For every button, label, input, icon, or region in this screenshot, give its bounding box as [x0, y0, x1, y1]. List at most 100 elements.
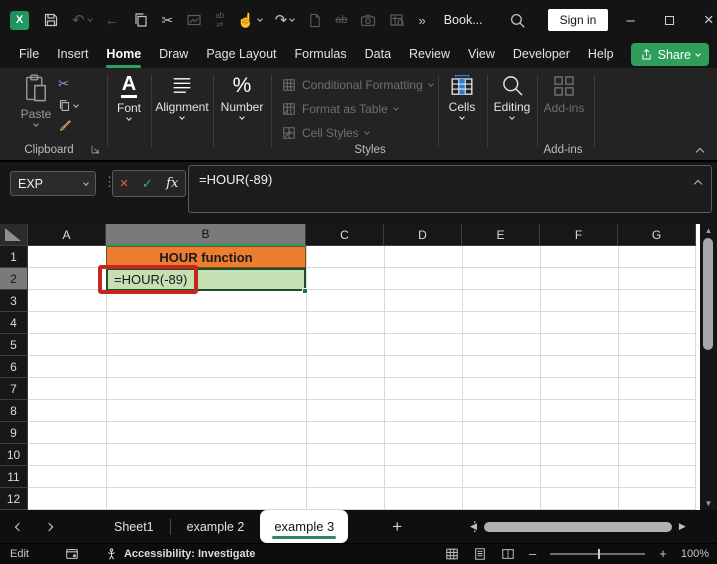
format-as-table-button[interactable]: Format as Table	[282, 102, 398, 116]
row-header-7[interactable]: 7	[0, 378, 28, 400]
addins-button[interactable]: Add-ins	[540, 74, 588, 115]
scroll-down-icon[interactable]: ▼	[700, 499, 717, 508]
row-header-2[interactable]: 2	[0, 268, 28, 290]
row-header-4[interactable]: 4	[0, 312, 28, 334]
accessibility-status[interactable]: Accessibility: Investigate	[105, 548, 255, 561]
formula-input[interactable]: =HOUR(-89)	[188, 165, 712, 213]
find-replace-icon[interactable]: ab⇄	[215, 13, 224, 28]
enter-formula-button[interactable]: ✓	[142, 176, 153, 192]
tab-page-layout[interactable]: Page Layout	[197, 42, 285, 66]
search-icon[interactable]	[509, 12, 526, 29]
copy-button[interactable]	[58, 99, 78, 112]
horizontal-scrollbar-thumb[interactable]	[484, 522, 672, 532]
horizontal-scrollbar[interactable]: ◀ ▶	[470, 518, 710, 535]
row-header-3[interactable]: 3	[0, 290, 28, 312]
zoom-level[interactable]: 100%	[681, 548, 709, 560]
redo-icon[interactable]: ↷	[275, 11, 295, 29]
sheet-tab-sheet1[interactable]: Sheet1	[98, 510, 170, 543]
column-header-e[interactable]: E	[462, 224, 540, 246]
clipboard-dialog-launcher-icon[interactable]	[90, 144, 101, 155]
column-header-g[interactable]: G	[618, 224, 696, 246]
page-layout-view-icon[interactable]	[473, 547, 487, 561]
fill-handle[interactable]	[302, 288, 308, 294]
share-button[interactable]: Share	[631, 43, 709, 66]
scroll-right-icon[interactable]: ▶	[679, 521, 686, 532]
conditional-formatting-button[interactable]: Conditional Formatting	[282, 78, 433, 92]
cells-icon	[450, 74, 474, 97]
macro-recording-icon[interactable]	[65, 547, 79, 561]
scroll-left-icon[interactable]: ◀	[470, 521, 477, 532]
sign-in-button[interactable]: Sign in	[548, 9, 609, 31]
cell-styles-button[interactable]: Cell Styles	[282, 126, 369, 140]
row-header-11[interactable]: 11	[0, 466, 28, 488]
normal-view-icon[interactable]	[445, 547, 459, 561]
zoom-slider[interactable]	[550, 553, 645, 555]
tab-formulas[interactable]: Formulas	[286, 42, 356, 66]
format-painter-button[interactable]	[58, 119, 72, 133]
row-header-1[interactable]: 1	[0, 246, 28, 268]
page-break-view-icon[interactable]	[501, 547, 515, 561]
scroll-up-icon[interactable]: ▲	[700, 226, 717, 235]
cut-icon[interactable]: ✂	[162, 12, 174, 29]
cells-menu-button[interactable]: Cells	[440, 74, 484, 119]
camera-icon[interactable]	[360, 12, 376, 28]
more-commands-icon[interactable]: »	[418, 13, 425, 28]
row-header-5[interactable]: 5	[0, 334, 28, 356]
column-header-c[interactable]: C	[306, 224, 384, 246]
column-header-b[interactable]: B	[106, 224, 306, 246]
tab-file[interactable]: File	[10, 42, 48, 66]
sheet-tab-example2[interactable]: example 2	[171, 510, 261, 543]
close-button[interactable]: ×	[704, 10, 714, 30]
column-header-f[interactable]: F	[540, 224, 618, 246]
tab-insert[interactable]: Insert	[48, 42, 97, 66]
minimize-button[interactable]: –	[626, 12, 634, 29]
cut-button[interactable]: ✂	[58, 76, 69, 92]
name-box[interactable]: EXP	[10, 171, 96, 196]
zoom-out-button[interactable]: –	[529, 549, 536, 559]
row-header-10[interactable]: 10	[0, 444, 28, 466]
sheet-nav-left-icon[interactable]	[15, 522, 23, 530]
cancel-formula-button[interactable]: ×	[120, 177, 129, 191]
sheet-tab-example3[interactable]: example 3	[260, 510, 348, 543]
font-menu-button[interactable]: A Font	[108, 74, 150, 120]
back-icon[interactable]: ←	[105, 12, 120, 29]
vertical-scrollbar-thumb[interactable]	[703, 238, 713, 350]
collapse-formula-bar-icon[interactable]	[694, 180, 702, 188]
tab-draw[interactable]: Draw	[150, 42, 197, 66]
new-file-icon[interactable]	[307, 13, 322, 28]
row-header-8[interactable]: 8	[0, 400, 28, 422]
insert-function-button[interactable]: fx	[166, 176, 178, 191]
number-menu-button[interactable]: % Number	[214, 74, 270, 119]
tab-review[interactable]: Review	[400, 42, 459, 66]
tab-view[interactable]: View	[459, 42, 504, 66]
strikethrough-icon[interactable]: ab	[335, 14, 347, 26]
sheet-nav-right-icon[interactable]	[45, 522, 53, 530]
zoom-slider-thumb[interactable]	[598, 549, 601, 559]
picture-icon[interactable]	[186, 12, 202, 28]
tab-help[interactable]: Help	[579, 42, 623, 66]
select-all-corner[interactable]	[0, 224, 28, 246]
alignment-menu-button[interactable]: Alignment	[152, 74, 212, 119]
zoom-in-button[interactable]: +	[659, 549, 667, 559]
touch-mode-icon[interactable]: ☝	[237, 12, 261, 29]
row-header-12[interactable]: 12	[0, 488, 28, 510]
editing-menu-button[interactable]: Editing	[488, 74, 536, 119]
new-sheet-button[interactable]: +	[392, 517, 402, 537]
collapse-ribbon-icon[interactable]	[696, 148, 704, 156]
workbook-statistics-icon[interactable]	[389, 12, 405, 28]
column-header-d[interactable]: D	[384, 224, 462, 246]
tab-data[interactable]: Data	[356, 42, 400, 66]
column-header-a[interactable]: A	[28, 224, 106, 246]
excel-logo-icon[interactable]: X	[10, 11, 29, 30]
tab-home[interactable]: Home	[97, 42, 150, 66]
vertical-scrollbar[interactable]: ▲ ▼	[700, 224, 717, 510]
maximize-button[interactable]	[665, 16, 674, 25]
row-header-9[interactable]: 9	[0, 422, 28, 444]
undo-icon[interactable]: ↶	[72, 11, 92, 29]
copy-icon[interactable]	[133, 12, 149, 28]
save-icon[interactable]	[43, 12, 59, 28]
row-header-6[interactable]: 6	[0, 356, 28, 378]
paste-button[interactable]: Paste	[14, 74, 58, 126]
cells-area[interactable]: HOUR function =HOUR(-89)	[28, 246, 696, 510]
tab-developer[interactable]: Developer	[504, 42, 579, 66]
